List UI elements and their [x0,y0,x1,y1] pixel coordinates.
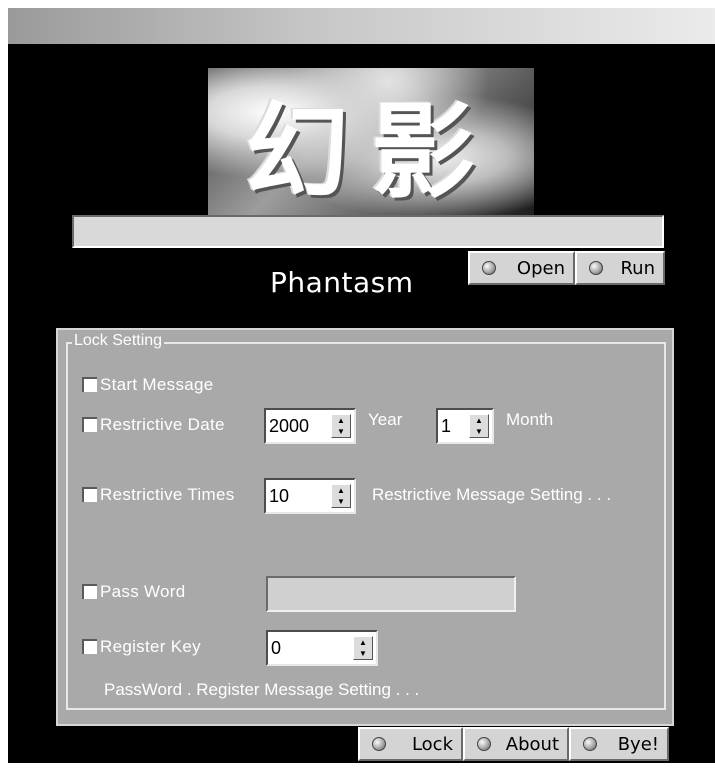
restrictive-times-checkbox[interactable] [82,487,97,502]
register-key-spinner[interactable]: 0 ▲ ▼ [266,630,378,666]
spin-down-icon[interactable]: ▼ [359,649,367,658]
lock-button-label: Lock [411,733,453,755]
about-button[interactable]: About [463,727,569,761]
restrictive-message-setting-link[interactable]: Restrictive Message Setting . . . [372,485,611,505]
register-key-label: Register Key [100,637,201,656]
lock-setting-group: Lock Setting Start Message Restrictive D… [66,332,666,710]
run-button[interactable]: Run [575,251,665,285]
disc-icon [372,737,386,751]
start-message-label: Start Message [100,375,214,394]
register-key-checkbox[interactable] [82,639,97,654]
restrictive-date-label: Restrictive Date [100,415,225,434]
lock-button[interactable]: Lock [358,727,463,761]
spin-down-icon[interactable]: ▼ [475,427,483,436]
spin-down-icon[interactable]: ▼ [337,427,345,436]
app-window: 幻影 Phantasm Open Run Lock Setting Start … [8,44,715,763]
app-name-label: Phantasm [270,266,414,299]
disc-icon [482,261,496,275]
spin-up-icon[interactable]: ▲ [337,416,345,425]
restrictive-times-label: Restrictive Times [100,485,235,504]
times-value: 10 [269,485,290,506]
spin-up-icon[interactable]: ▲ [359,638,367,647]
year-unit-label: Year [368,410,403,429]
month-spinner[interactable]: 1 ▲ ▼ [436,408,494,444]
month-unit-label: Month [506,410,554,429]
register-key-value: 0 [271,637,282,658]
open-button[interactable]: Open [468,251,575,285]
times-spinner[interactable]: 10 ▲ ▼ [264,478,356,514]
year-value: 2000 [269,415,310,436]
restrictive-date-checkbox[interactable] [82,417,97,432]
run-button-label: Run [620,257,655,279]
spin-up-icon[interactable]: ▲ [475,416,483,425]
bye-button-label: Bye! [617,733,659,755]
year-spinner-arrows[interactable]: ▲ ▼ [331,414,351,438]
start-message-checkbox[interactable] [82,377,97,392]
month-spinner-arrows[interactable]: ▲ ▼ [469,414,489,438]
open-button-label: Open [516,257,565,279]
disc-icon [583,737,597,751]
year-spinner[interactable]: 2000 ▲ ▼ [264,408,356,444]
spin-up-icon[interactable]: ▲ [337,486,345,495]
spin-down-icon[interactable]: ▼ [337,497,345,506]
disc-icon [589,261,603,275]
pass-word-label: Pass Word [100,582,186,601]
password-register-message-link[interactable]: PassWord . Register Message Setting . . … [104,680,419,700]
times-spinner-arrows[interactable]: ▲ ▼ [331,484,351,508]
pass-word-checkbox[interactable] [82,584,97,599]
register-key-spinner-arrows[interactable]: ▲ ▼ [353,636,373,660]
bye-button[interactable]: Bye! [569,727,669,761]
about-button-label: About [505,733,559,755]
phantasm-logo: 幻影 [208,68,534,216]
file-path-field[interactable] [72,215,664,248]
pass-word-input[interactable] [266,576,516,612]
lock-setting-title: Lock Setting [72,332,165,350]
lock-setting-panel: Lock Setting Start Message Restrictive D… [56,328,674,726]
disc-icon [477,737,491,751]
month-value: 1 [441,415,452,436]
logo-calligraphy: 幻影 [244,89,497,213]
title-bar[interactable] [8,8,715,44]
